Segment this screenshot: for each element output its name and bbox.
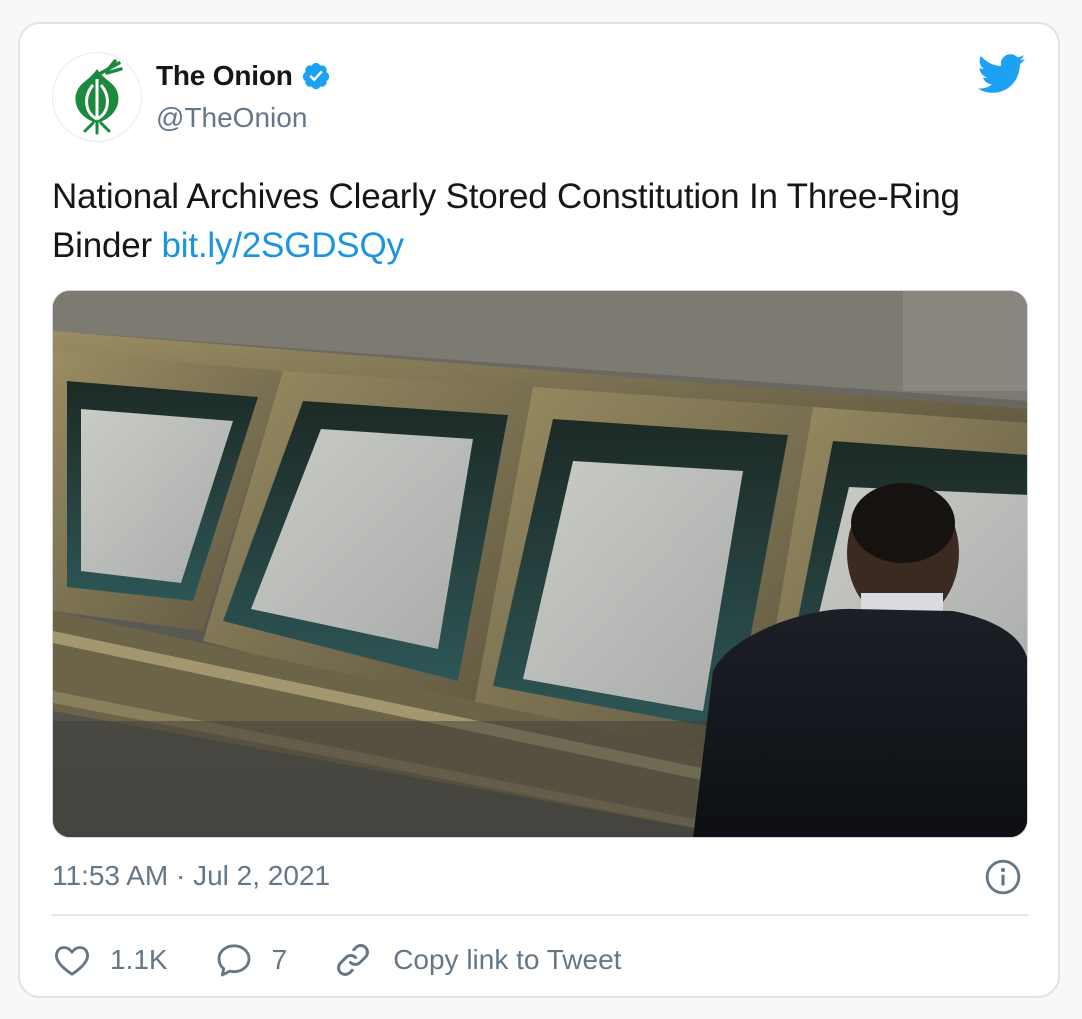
info-icon[interactable] bbox=[984, 858, 1022, 896]
tweet-actions: 1.1K 7 Copy link to Tweet bbox=[52, 936, 667, 984]
photo-icon bbox=[53, 291, 1027, 837]
like-count: 1.1K bbox=[110, 944, 168, 975]
heart-icon bbox=[55, 946, 89, 976]
link-icon bbox=[337, 944, 370, 976]
tweet-photo[interactable] bbox=[52, 290, 1028, 838]
verified-badge-icon bbox=[301, 61, 331, 91]
divider bbox=[52, 914, 1028, 916]
tweet-text: National Archives Clearly Stored Constit… bbox=[52, 172, 1032, 270]
onion-logo-icon bbox=[75, 59, 123, 135]
tweet-link[interactable]: bit.ly/2SGDSQy bbox=[162, 226, 404, 265]
author-display-name[interactable]: The Onion bbox=[156, 60, 293, 92]
twitter-bird-icon[interactable] bbox=[978, 54, 1026, 94]
author-name-row[interactable]: The Onion bbox=[156, 60, 331, 92]
copy-link-label: Copy link to Tweet bbox=[393, 944, 622, 975]
reply-bubble-icon bbox=[217, 944, 251, 977]
tweet-card: The Onion @TheOnion National Archives Cl… bbox=[18, 22, 1060, 998]
like-button[interactable]: 1.1K bbox=[52, 940, 168, 980]
author-handle[interactable]: @TheOnion bbox=[156, 102, 307, 134]
avatar[interactable] bbox=[52, 52, 142, 142]
copy-link-button[interactable]: Copy link to Tweet bbox=[333, 940, 621, 980]
reply-button[interactable]: 7 bbox=[214, 940, 288, 980]
tweet-timestamp[interactable]: 11:53 AM · Jul 2, 2021 bbox=[52, 860, 330, 892]
reply-count: 7 bbox=[271, 944, 288, 975]
